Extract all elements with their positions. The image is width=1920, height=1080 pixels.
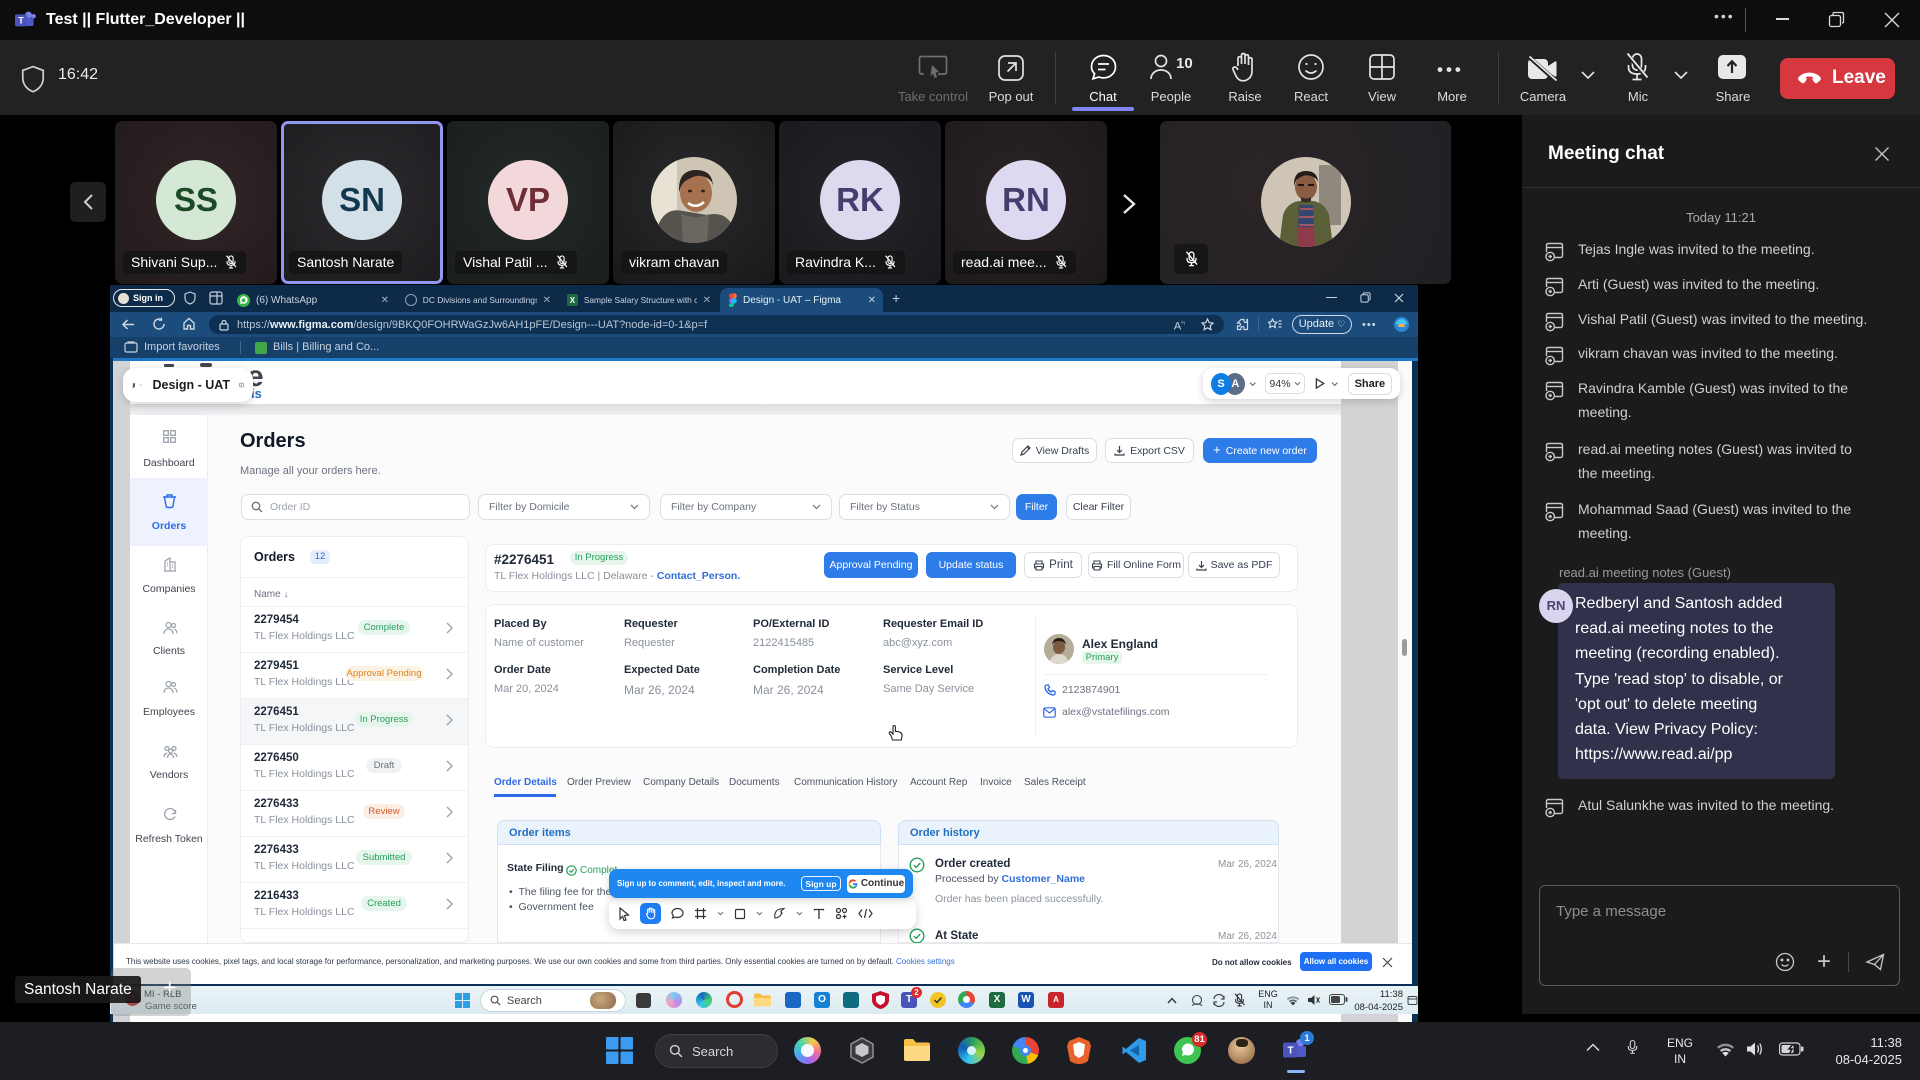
- svg-text:T: T: [18, 16, 24, 26]
- svg-text:T: T: [1287, 1046, 1293, 1057]
